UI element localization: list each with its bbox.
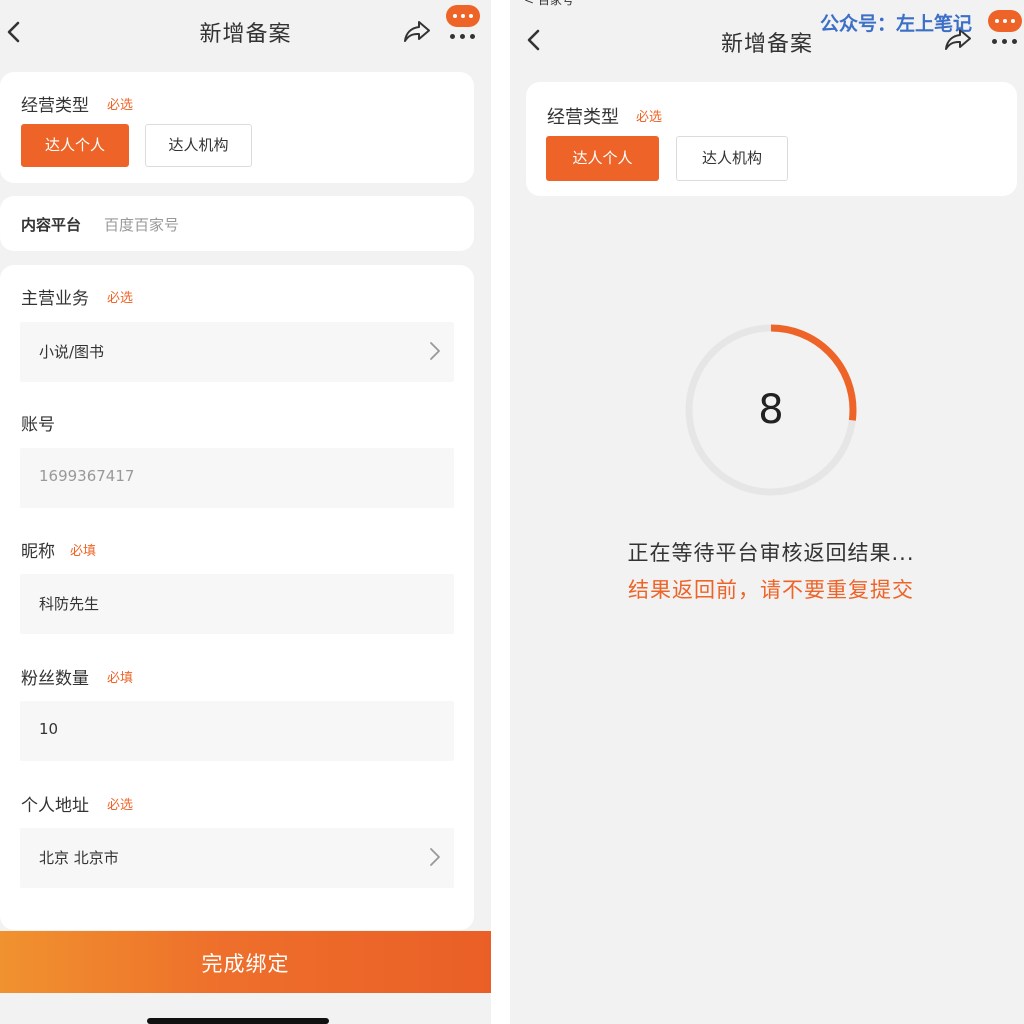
address-value: 北京 北京市 [39, 849, 119, 867]
required-tag: 必填 [107, 671, 134, 686]
platform-card: 内容平台 百度百家号 [0, 196, 474, 251]
waiting-screen: < 百家号 新增备案 公众号：左上笔记 经营类型 必选 达人个人 达人机构 8 … [510, 0, 1024, 1024]
business-type-card: 经营类型 必选 达人个人 达人机构 [0, 72, 474, 183]
option-organization-button[interactable]: 达人机构 [676, 136, 788, 181]
fans-label: 粉丝数量 [21, 669, 89, 689]
chat-bubble-icon [988, 10, 1022, 32]
account-label: 账号 [21, 415, 55, 435]
business-type-card: 经营类型 必选 达人个人 达人机构 [526, 82, 1017, 196]
option-individual-button[interactable]: 达人个人 [546, 136, 659, 181]
watermark-text: 公众号：左上笔记 [820, 13, 973, 35]
nickname-value: 科防先生 [39, 595, 100, 613]
address-label: 个人地址 [21, 796, 89, 816]
waiting-message: 正在等待平台审核返回结果... [627, 541, 915, 565]
countdown-number: 8 [758, 387, 784, 433]
nickname-input[interactable]: 科防先生 [20, 574, 454, 634]
main-business-value: 小说/图书 [39, 343, 105, 361]
required-tag: 必选 [107, 98, 134, 113]
required-tag: 必选 [636, 110, 663, 125]
business-type-label: 经营类型 [547, 107, 619, 128]
required-tag: 必选 [107, 798, 134, 813]
option-organization-button[interactable]: 达人机构 [145, 124, 252, 167]
share-icon[interactable] [402, 18, 432, 46]
chat-bubble-icon [446, 5, 480, 27]
countdown-ring: 8 [684, 323, 858, 497]
chevron-right-icon [430, 848, 440, 866]
account-value: 1699367417 [39, 467, 135, 485]
more-menu[interactable] [988, 10, 1022, 46]
fans-value: 10 [39, 720, 59, 738]
option-individual-button[interactable]: 达人个人 [21, 124, 129, 167]
main-business-label: 主营业务 [21, 289, 89, 309]
chevron-right-icon [430, 342, 440, 360]
submit-label: 完成绑定 [201, 952, 290, 976]
nickname-label: 昵称 [21, 542, 55, 562]
business-type-label: 经营类型 [21, 96, 89, 116]
more-menu[interactable] [446, 5, 480, 41]
required-tag: 必选 [107, 291, 134, 306]
warning-message: 结果返回前，请不要重复提交 [628, 578, 914, 602]
details-card: 主营业务 必选 小说/图书 账号 1699367417 昵称 必填 科防先生 粉… [0, 265, 474, 930]
platform-value: 百度百家号 [104, 216, 180, 234]
home-indicator [147, 1018, 329, 1024]
fans-input[interactable]: 10 [20, 701, 454, 761]
nav-bar: 新增备案 [0, 0, 491, 64]
stage: 新增备案 经营类型 必选 达人个人 达人机构 内容平台 百度百家号 主营业务 必… [0, 0, 1024, 1024]
submit-button[interactable]: 完成绑定 [0, 931, 491, 993]
platform-label: 内容平台 [21, 216, 82, 234]
main-business-select[interactable]: 小说/图书 [20, 322, 454, 382]
required-tag: 必填 [70, 544, 97, 559]
form-screen: 新增备案 经营类型 必选 达人个人 达人机构 内容平台 百度百家号 主营业务 必… [0, 0, 491, 1024]
account-field: 1699367417 [20, 448, 454, 508]
address-select[interactable]: 北京 北京市 [20, 828, 454, 888]
